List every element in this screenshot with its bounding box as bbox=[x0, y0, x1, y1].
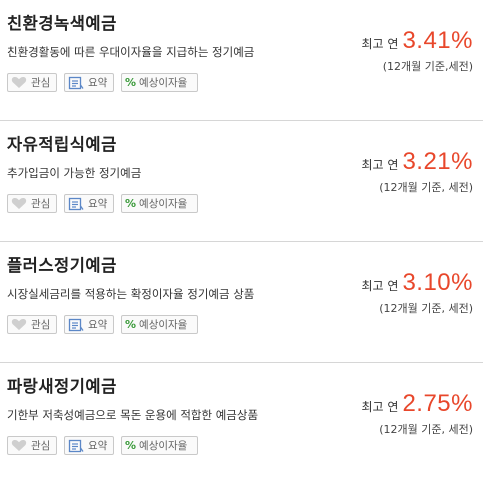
rate-box: 최고 연 3.41% (12개월 기준,세전) bbox=[362, 27, 474, 74]
product-actions: 관심 요약 % 예상이자율 bbox=[7, 73, 198, 92]
heart-icon bbox=[11, 439, 27, 452]
rate-value: 3.41% bbox=[402, 27, 473, 54]
percent-icon: % bbox=[125, 197, 137, 210]
product-title[interactable]: 파랑새정기예금 bbox=[7, 373, 117, 397]
favorite-label: 관심 bbox=[31, 198, 51, 210]
favorite-button[interactable]: 관심 bbox=[7, 315, 57, 334]
rate-note: (12개월 기준, 세전) bbox=[379, 181, 473, 194]
product-item: 파랑새정기예금 기한부 저축성예금으로 목돈 운용에 적합한 예금상품 관심 요… bbox=[0, 363, 483, 484]
product-description: 친환경활동에 따른 우대이자율을 지급하는 정기예금 bbox=[7, 45, 255, 59]
summary-button[interactable]: 요약 bbox=[64, 73, 114, 92]
document-icon bbox=[68, 197, 84, 211]
expected-rate-button[interactable]: % 예상이자율 bbox=[121, 315, 198, 334]
product-item: 친환경녹색예금 친환경활동에 따른 우대이자율을 지급하는 정기예금 관심 요약… bbox=[0, 0, 483, 121]
product-title[interactable]: 자유적립식예금 bbox=[7, 131, 117, 155]
rate-note: (12개월 기준,세전) bbox=[382, 60, 473, 73]
rate-note: (12개월 기준, 세전) bbox=[379, 302, 473, 315]
product-description: 시장실세금리를 적용하는 확정이자율 정기예금 상품 bbox=[7, 287, 255, 301]
product-actions: 관심 요약 % 예상이자율 bbox=[7, 315, 198, 334]
heart-icon bbox=[11, 76, 27, 89]
favorite-label: 관심 bbox=[31, 440, 51, 452]
summary-button[interactable]: 요약 bbox=[64, 315, 114, 334]
favorite-button[interactable]: 관심 bbox=[7, 194, 57, 213]
percent-icon: % bbox=[125, 318, 137, 331]
expected-rate-label: 예상이자율 bbox=[139, 319, 188, 331]
summary-label: 요약 bbox=[88, 319, 108, 331]
product-item: 자유적립식예금 추가입금이 가능한 정기예금 관심 요약 % 예상이자율 최고 … bbox=[0, 121, 483, 242]
product-actions: 관심 요약 % 예상이자율 bbox=[7, 194, 198, 213]
summary-label: 요약 bbox=[88, 77, 108, 89]
favorite-button[interactable]: 관심 bbox=[7, 73, 57, 92]
heart-icon bbox=[11, 318, 27, 331]
product-title[interactable]: 플러스정기예금 bbox=[7, 252, 117, 276]
rate-value: 3.10% bbox=[402, 269, 473, 296]
rate-value: 3.21% bbox=[402, 148, 473, 175]
rate-prefix: 최고 연 bbox=[361, 158, 399, 172]
summary-label: 요약 bbox=[88, 198, 108, 210]
summary-label: 요약 bbox=[88, 440, 108, 452]
rate-prefix: 최고 연 bbox=[361, 37, 399, 51]
document-icon bbox=[68, 439, 84, 453]
rate-value: 2.75% bbox=[402, 390, 473, 417]
product-description: 기한부 저축성예금으로 목돈 운용에 적합한 예금상품 bbox=[7, 408, 259, 422]
expected-rate-button[interactable]: % 예상이자율 bbox=[121, 194, 198, 213]
expected-rate-button[interactable]: % 예상이자율 bbox=[121, 73, 198, 92]
rate-box: 최고 연 2.75% (12개월 기준, 세전) bbox=[362, 390, 474, 437]
summary-button[interactable]: 요약 bbox=[64, 194, 114, 213]
product-title[interactable]: 친환경녹색예금 bbox=[7, 10, 117, 34]
expected-rate-label: 예상이자율 bbox=[139, 440, 188, 452]
product-list: 친환경녹색예금 친환경활동에 따른 우대이자율을 지급하는 정기예금 관심 요약… bbox=[0, 0, 483, 484]
rate-box: 최고 연 3.21% (12개월 기준, 세전) bbox=[362, 148, 474, 195]
rate-prefix: 최고 연 bbox=[361, 279, 399, 293]
document-icon bbox=[68, 76, 84, 90]
favorite-label: 관심 bbox=[31, 77, 51, 89]
document-icon bbox=[68, 318, 84, 332]
heart-icon bbox=[11, 197, 27, 210]
expected-rate-label: 예상이자율 bbox=[139, 77, 188, 89]
rate-prefix: 최고 연 bbox=[361, 400, 399, 414]
favorite-label: 관심 bbox=[31, 319, 51, 331]
product-item: 플러스정기예금 시장실세금리를 적용하는 확정이자율 정기예금 상품 관심 요약… bbox=[0, 242, 483, 363]
percent-icon: % bbox=[125, 76, 137, 89]
favorite-button[interactable]: 관심 bbox=[7, 436, 57, 455]
rate-box: 최고 연 3.10% (12개월 기준, 세전) bbox=[362, 269, 474, 316]
rate-note: (12개월 기준, 세전) bbox=[379, 423, 473, 436]
summary-button[interactable]: 요약 bbox=[64, 436, 114, 455]
percent-icon: % bbox=[125, 439, 137, 452]
product-actions: 관심 요약 % 예상이자율 bbox=[7, 436, 198, 455]
expected-rate-label: 예상이자율 bbox=[139, 198, 188, 210]
expected-rate-button[interactable]: % 예상이자율 bbox=[121, 436, 198, 455]
product-description: 추가입금이 가능한 정기예금 bbox=[7, 166, 142, 180]
